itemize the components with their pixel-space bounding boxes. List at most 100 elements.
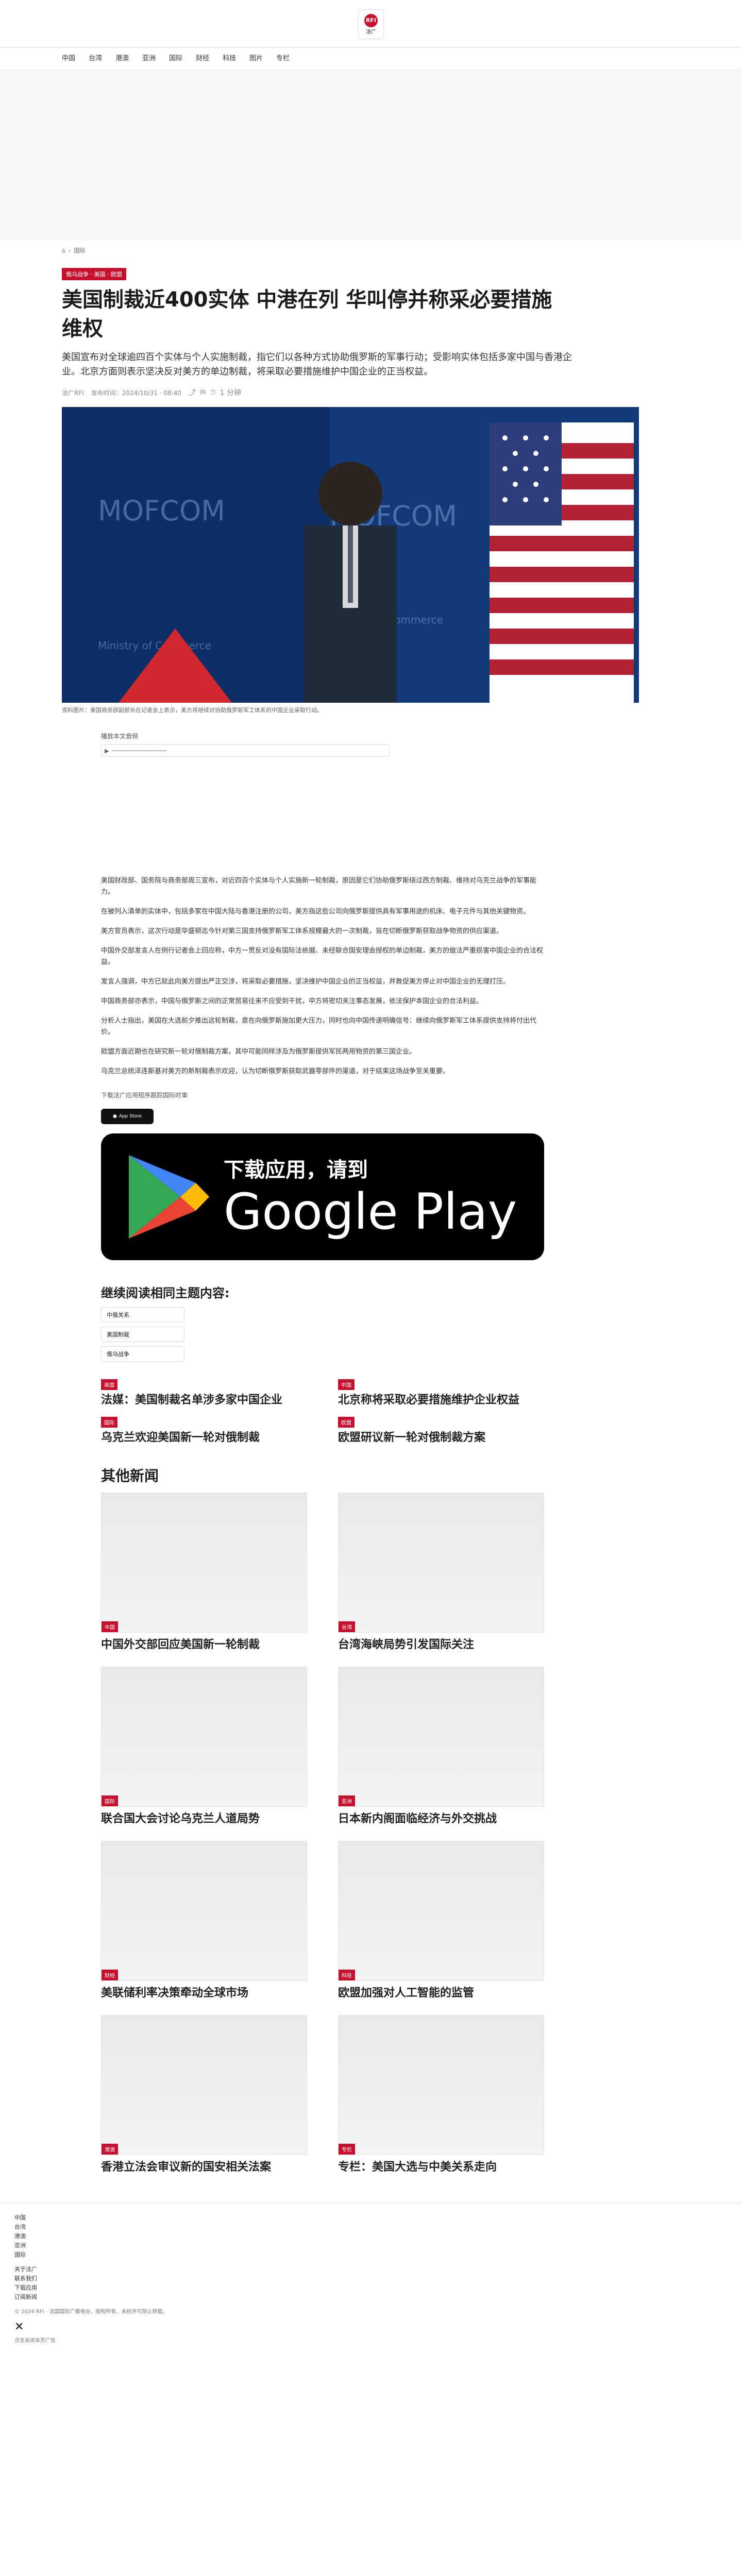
author[interactable]: 法广RFI <box>62 388 84 397</box>
nav-item-6[interactable]: 科技 <box>223 48 236 70</box>
footer-link[interactable]: 台湾 <box>14 2223 728 2232</box>
news-item[interactable]: 台湾台湾海峡局势引发国际关注 <box>338 1493 544 1652</box>
article-meta: 法广RFI 发布时间：2024/10/31 · 08:40 ⤴ ✉ ⏱ 1 分钟 <box>62 387 572 398</box>
footer-link[interactable]: 中国 <box>14 2213 728 2223</box>
nav-item-1[interactable]: 台湾 <box>89 48 102 70</box>
news-title[interactable]: 中国外交部回应美国新一轮制裁 <box>101 1638 307 1652</box>
home-icon[interactable]: ⌂ <box>62 247 65 254</box>
category-badge[interactable]: 俄乌战争 · 美国 · 欧盟 <box>62 268 126 280</box>
news-title[interactable]: 欧盟加强对人工智能的监管 <box>338 1986 544 2001</box>
footer-more-link[interactable]: 联系我们 <box>14 2274 728 2283</box>
audio-player[interactable]: ▶ ──────────────── <box>101 744 390 757</box>
news-title[interactable]: 联合国大会讨论乌克兰人道局势 <box>101 1812 307 1826</box>
breadcrumb-section[interactable]: 国际 <box>74 246 85 255</box>
tags-cloud: 中俄关系美国制裁俄乌战争 <box>101 1307 544 1362</box>
news-badge: 亚洲 <box>339 1795 355 1806</box>
lead-image-svg: MOFCOM Ministry of Commerce MOFCOM Minis… <box>62 407 639 703</box>
news-thumbnail[interactable]: 财经 <box>101 1841 307 1981</box>
news-thumbnail[interactable]: 台湾 <box>338 1493 544 1633</box>
footer-link[interactable]: 港澳 <box>14 2232 728 2241</box>
continue-title: 继续阅读相同主题内容: <box>101 1286 230 1300</box>
news-title[interactable]: 美联储利率决策牵动全球市场 <box>101 1986 307 2001</box>
nav-item-7[interactable]: 图片 <box>249 48 263 70</box>
news-thumbnail[interactable]: 国际 <box>101 1667 307 1807</box>
article-paragraph: 分析人士指出，美国在大选前夕推出这轮制裁，意在向俄罗斯施加更大压力，同时也向中国… <box>101 1017 537 1036</box>
read-time: 1 分钟 <box>220 389 241 397</box>
related-badge: 中国 <box>338 1379 355 1390</box>
article-paragraph: 中国商务部亦表示，中国与俄罗斯之间的正常贸易往来不应受到干扰，中方将密切关注事态… <box>101 997 483 1005</box>
tag-chip[interactable]: 美国制裁 <box>101 1327 184 1342</box>
nav-item-0[interactable]: 中国 <box>62 48 75 70</box>
news-item[interactable]: 国际联合国大会讨论乌克兰人道局势 <box>101 1667 307 1826</box>
news-title[interactable]: 台湾海峡局势引发国际关注 <box>338 1638 544 1652</box>
apple-icon: ● <box>112 1114 117 1119</box>
app-store-button[interactable]: ● App Store <box>101 1109 154 1124</box>
footer-link[interactable]: 国际 <box>14 2250 728 2260</box>
news-title[interactable]: 日本新内阁面临经济与外交挑战 <box>338 1812 544 1826</box>
news-badge: 科技 <box>339 1970 355 1980</box>
logo-subtitle: 法广 <box>366 29 376 35</box>
news-title[interactable]: 香港立法会审议新的国安相关法案 <box>101 2160 307 2175</box>
tag-chip[interactable]: 俄乌战争 <box>101 1346 184 1362</box>
news-thumbnail[interactable]: 亚洲 <box>338 1667 544 1807</box>
google-play-text: 下载应用，请到 Google Play <box>224 1153 517 1241</box>
news-badge: 台湾 <box>339 1621 355 1632</box>
news-thumbnail[interactable]: 科技 <box>338 1841 544 1981</box>
app-store-label: App Store <box>119 1114 142 1119</box>
footer-more-link[interactable]: 下载应用 <box>14 2283 728 2293</box>
read-more-link[interactable]: 下载法广应用程序跟踪国际时事 <box>101 1091 549 1099</box>
related-item[interactable]: 国际乌克兰欢迎美国新一轮对俄制裁 <box>101 1417 307 1445</box>
share-icon[interactable]: ⤴ <box>189 387 196 398</box>
related-badge: 欧盟 <box>338 1417 355 1428</box>
news-item[interactable]: 港澳香港立法会审议新的国安相关法案 <box>101 2015 307 2175</box>
other-news-title: 其他新闻 <box>101 1467 159 1484</box>
nav-item-2[interactable]: 港澳 <box>115 48 129 70</box>
news-badge: 专栏 <box>339 2144 355 2155</box>
footer-more-link[interactable]: 关于法广 <box>14 2265 728 2274</box>
news-thumbnail[interactable]: 专栏 <box>338 2015 544 2155</box>
share-icons: ⤴ ✉ ⏱ 1 分钟 <box>189 387 241 398</box>
footer-more-link[interactable]: 订阅新闻 <box>14 2293 728 2302</box>
logo-badge: RFI <box>364 13 378 27</box>
close-icon[interactable]: × <box>14 2320 728 2333</box>
nav-item-8[interactable]: 专栏 <box>276 48 290 70</box>
nav-item-5[interactable]: 财经 <box>196 48 209 70</box>
news-badge: 财经 <box>102 1970 118 1980</box>
news-thumbnail[interactable]: 港澳 <box>101 2015 307 2155</box>
nav-item-4[interactable]: 国际 <box>169 48 182 70</box>
related-item[interactable]: 美国 法媒：美国制裁名单涉多家中国企业 <box>101 1379 307 1408</box>
related-badge: 国际 <box>101 1417 117 1428</box>
image-caption: 资料图片：美国商务部副部长在记者会上表示，美方将继续对协助俄罗斯军工体系的中国企… <box>62 707 323 714</box>
news-item[interactable]: 科技欧盟加强对人工智能的监管 <box>338 1841 544 2001</box>
related-title[interactable]: 法媒：美国制裁名单涉多家中国企业 <box>101 1393 307 1408</box>
news-thumbnail[interactable]: 中国 <box>101 1493 307 1633</box>
related-title[interactable]: 乌克兰欢迎美国新一轮对俄制裁 <box>101 1431 307 1445</box>
ad-banner <box>0 70 742 240</box>
play-icon[interactable]: ▶ <box>105 748 109 754</box>
page-container: ⌂ › 国际 俄乌战争 · 美国 · 欧盟 美国制裁近400实体 中港在列 华叫… <box>62 246 680 2175</box>
google-play-icon <box>129 1155 209 1239</box>
article-paragraph: 发言人强调，中方已就此向美方提出严正交涉，将采取必要措施，坚决维护中国企业的正当… <box>101 978 510 986</box>
related-title[interactable]: 欧盟研议新一轮对俄制裁方案 <box>338 1431 544 1445</box>
audio-timeline[interactable]: ──────────────── <box>112 748 166 754</box>
news-title[interactable]: 专栏：美国大选与中美关系走向 <box>338 2160 544 2175</box>
footer-link[interactable]: 亚洲 <box>14 2241 728 2250</box>
news-badge: 国际 <box>102 1795 118 1806</box>
article-paragraph: 乌克兰总统泽连斯基对美方的新制裁表示欢迎，认为切断俄罗斯获取武器零部件的渠道，对… <box>101 1067 450 1075</box>
nav-item-3[interactable]: 亚洲 <box>142 48 156 70</box>
rfi-logo[interactable]: RFI 法广 <box>358 9 384 39</box>
mail-icon[interactable]: ✉ <box>200 388 206 397</box>
news-item[interactable]: 亚洲日本新内阁面临经济与外交挑战 <box>338 1667 544 1826</box>
related-item[interactable]: 中国北京称将采取必要措施维护企业权益 <box>338 1379 544 1408</box>
tag-chip[interactable]: 中俄关系 <box>101 1307 184 1323</box>
related-title[interactable]: 北京称将采取必要措施维护企业权益 <box>338 1393 544 1408</box>
google-play-banner[interactable]: 下载应用，请到 Google Play <box>101 1133 544 1260</box>
article-summary: 美国宣布对全球逾四百个实体与个人实施制裁，指它们以各种方式协助俄罗斯的军事行动；… <box>62 352 572 377</box>
news-item[interactable]: 专栏专栏：美国大选与中美关系走向 <box>338 2015 544 2175</box>
news-item[interactable]: 财经美联储利率决策牵动全球市场 <box>101 1841 307 2001</box>
news-item[interactable]: 中国中国外交部回应美国新一轮制裁 <box>101 1493 307 1652</box>
article-paragraph: 美方官员表示，这次行动是华盛顿迄今针对第三国支持俄罗斯军工体系规模最大的一次制裁… <box>101 927 503 935</box>
related-item[interactable]: 欧盟欧盟研议新一轮对俄制裁方案 <box>338 1417 544 1445</box>
page-title: 美国制裁近400实体 中港在列 华叫停并称采必要措施维权 <box>62 288 552 341</box>
footer-nav: 中国 台湾 港澳 亚洲 国际 <box>14 2213 728 2260</box>
